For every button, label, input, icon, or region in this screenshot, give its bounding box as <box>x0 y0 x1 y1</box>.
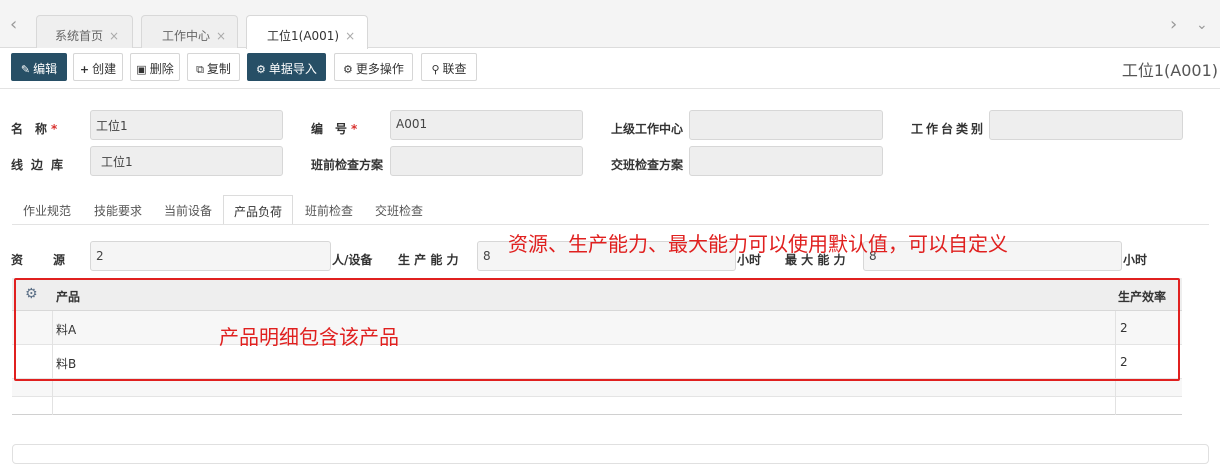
tab-home[interactable]: 系统首页 × <box>36 15 133 48</box>
name-label: 名 称 * <box>11 120 57 137</box>
parent-center-label: 上级工作中心 <box>611 122 684 136</box>
subtab-current-equipment[interactable]: 当前设备 <box>164 202 212 219</box>
handover-check-field[interactable] <box>689 146 883 176</box>
search-icon: ⚲ <box>431 63 440 76</box>
name-label-text: 名 称 <box>11 122 48 136</box>
tab-label: 工位1(A001) <box>267 29 340 43</box>
bottom-panel <box>12 444 1209 464</box>
gear-icon: ⚙ <box>343 63 353 76</box>
tab-strip: ‹ 系统首页 × 工作中心 × 工位1(A001) × › ⌄ <box>0 0 1220 49</box>
more-actions-button[interactable]: ⚙ 更多操作 <box>334 53 413 81</box>
subtab-pre-shift-check[interactable]: 班前检查 <box>305 202 353 219</box>
plus-icon: + <box>79 63 90 76</box>
pre-shift-check-field[interactable] <box>390 146 583 176</box>
gear-icon: ⚙ <box>256 63 266 76</box>
copy-label: 复制 <box>206 62 231 76</box>
create-label: 创建 <box>92 62 117 76</box>
parent-center-field[interactable] <box>689 110 883 140</box>
subtab-divider <box>12 224 1209 225</box>
max-capacity-unit: 小时 <box>1123 253 1148 267</box>
import-label: 单据导入 <box>268 62 317 76</box>
resource-field[interactable]: 2 <box>90 241 331 271</box>
resource-label: 资 源 <box>11 253 68 267</box>
trash-icon: ▣ <box>136 63 147 76</box>
tab-label: 系统首页 <box>55 29 104 43</box>
subtab-skill-req[interactable]: 技能要求 <box>94 202 142 219</box>
tab-scroll-left-icon[interactable]: ‹ <box>10 14 17 35</box>
station-type-label: 工作台类别 <box>911 122 987 136</box>
page-title: 工位1(A001) <box>1121 61 1218 80</box>
annotation-highlight-box <box>14 278 1180 381</box>
subtab-handover-check[interactable]: 交班检查 <box>375 202 423 219</box>
subtab-product-load[interactable]: 产品负荷 <box>223 195 294 225</box>
table-row-empty <box>12 379 1182 397</box>
tab-work-center[interactable]: 工作中心 × <box>141 15 238 48</box>
tab-scroll-right-icon[interactable]: › <box>1170 14 1177 35</box>
tab-label: 工作中心 <box>162 29 211 43</box>
edit-icon: ✎ <box>20 63 31 76</box>
table-row-empty <box>12 397 1182 415</box>
annotation-default-values: 资源、生产能力、最大能力可以使用默认值，可以自定义 <box>508 232 1008 256</box>
edit-button[interactable]: ✎ 编辑 <box>11 53 67 81</box>
lookup-label: 联查 <box>442 62 467 76</box>
line-store-field[interactable]: 工位1 <box>90 146 283 176</box>
delete-label: 删除 <box>149 62 174 76</box>
required-mark: * <box>51 122 58 136</box>
close-icon[interactable]: × <box>345 29 355 43</box>
capacity-label: 生 产 能 力 <box>398 253 459 267</box>
chevron-down-icon[interactable]: ⌄ <box>1196 17 1208 33</box>
required-mark: * <box>351 122 358 136</box>
more-actions-label: 更多操作 <box>355 62 404 76</box>
close-icon[interactable]: × <box>109 29 119 43</box>
code-label: 编 号 * <box>311 120 357 137</box>
create-button[interactable]: + 创建 <box>73 53 123 81</box>
delete-button[interactable]: ▣ 删除 <box>130 53 180 81</box>
divider <box>0 88 1220 89</box>
line-store-label: 线边库 <box>11 158 72 172</box>
code-label-text: 编 号 <box>311 122 348 136</box>
tab-workstation[interactable]: 工位1(A001) × <box>246 15 368 49</box>
edit-label: 编辑 <box>33 62 58 76</box>
copy-icon: ⧉ <box>196 63 204 76</box>
code-field[interactable]: A001 <box>390 110 583 140</box>
import-button[interactable]: ⚙ 单据导入 <box>247 53 326 81</box>
copy-button[interactable]: ⧉ 复制 <box>187 53 240 81</box>
resource-unit: 人/设备 <box>332 253 373 267</box>
subtab-work-spec[interactable]: 作业规范 <box>23 202 71 219</box>
lookup-button[interactable]: ⚲ 联查 <box>421 53 477 81</box>
station-type-field[interactable] <box>989 110 1183 140</box>
annotation-product-detail: 产品明细包含该产品 <box>219 325 399 349</box>
close-icon[interactable]: × <box>216 29 226 43</box>
handover-check-label: 交班检查方案 <box>611 158 684 172</box>
name-field[interactable]: 工位1 <box>90 110 283 140</box>
pre-shift-check-label: 班前检查方案 <box>311 158 384 172</box>
